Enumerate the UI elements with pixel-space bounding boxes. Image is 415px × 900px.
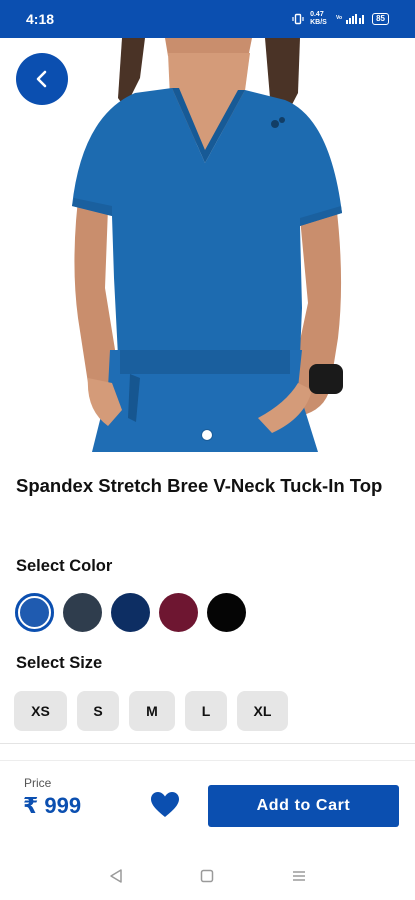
volte-signal-icon: Vo — [336, 14, 365, 24]
heart-icon — [151, 792, 179, 817]
status-bar: 4:18 0.47 KB/S Vo 85 — [0, 0, 415, 38]
nav-menu-button[interactable] — [284, 861, 314, 891]
size-option-s[interactable]: S — [77, 691, 119, 731]
system-nav-bar — [0, 852, 415, 900]
status-time: 4:18 — [26, 11, 55, 27]
svg-text:Vo: Vo — [336, 15, 342, 21]
data-speed: 0.47 KB/S — [310, 11, 327, 26]
color-swatch-1[interactable] — [15, 593, 54, 632]
battery-icon: 85 — [372, 13, 389, 25]
wishlist-button[interactable] — [150, 791, 180, 819]
nav-home-button[interactable] — [192, 861, 222, 891]
size-options: XS S M L XL — [14, 691, 288, 731]
back-button[interactable] — [16, 53, 68, 105]
status-indicators: 0.47 KB/S Vo 85 — [292, 11, 389, 27]
divider — [0, 743, 415, 744]
color-swatch-5[interactable] — [207, 593, 246, 632]
product-title: Spandex Stretch Bree V-Neck Tuck-In Top — [16, 475, 383, 496]
product-image[interactable] — [0, 38, 415, 452]
price-label: Price — [24, 776, 52, 790]
color-swatch-4[interactable] — [159, 593, 198, 632]
size-option-m[interactable]: M — [129, 691, 175, 731]
size-option-l[interactable]: L — [185, 691, 227, 731]
size-option-xs[interactable]: XS — [14, 691, 67, 731]
color-swatches — [15, 593, 246, 632]
product-photo — [72, 38, 343, 452]
size-option-xl[interactable]: XL — [237, 691, 288, 731]
menu-lines-icon — [293, 871, 306, 881]
vibrate-icon — [292, 13, 304, 25]
carousel-dot[interactable] — [202, 430, 212, 440]
color-swatch-3[interactable] — [111, 593, 150, 632]
home-square-icon — [201, 869, 214, 883]
add-to-cart-button[interactable]: Add to Cart — [208, 785, 399, 827]
back-triangle-icon — [110, 869, 122, 883]
price-value: ₹ 999 — [23, 793, 82, 818]
divider — [0, 760, 415, 761]
nav-back-button[interactable] — [101, 861, 131, 891]
color-swatch-2[interactable] — [63, 593, 102, 632]
select-size-label: Select Size — [16, 654, 103, 672]
select-color-label: Select Color — [16, 557, 113, 575]
chevron-left-icon — [36, 70, 47, 88]
